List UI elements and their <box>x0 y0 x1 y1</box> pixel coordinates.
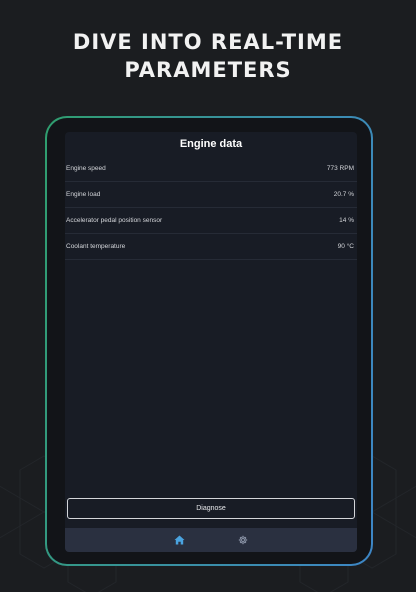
data-row-coolant-temperature[interactable]: Coolant temperature 90 °C <box>65 234 357 260</box>
tab-settings[interactable] <box>211 528 275 552</box>
row-label: Engine speed <box>66 165 106 172</box>
headline: DIVE INTO REAL-TIME PARAMETERS <box>0 28 416 84</box>
row-value: 14 % <box>339 217 354 224</box>
bottom-tab-bar <box>65 528 357 552</box>
home-icon <box>174 535 184 545</box>
data-row-engine-speed[interactable]: Engine speed 773 RPM <box>65 156 357 182</box>
tab-home[interactable] <box>147 528 211 552</box>
data-row-accelerator-pedal[interactable]: Accelerator pedal position sensor 14 % <box>65 208 357 234</box>
headline-line-1: DIVE INTO REAL-TIME <box>72 30 344 54</box>
app-screen: Engine data Engine speed 773 RPM Engine … <box>65 132 357 552</box>
diagnose-button[interactable]: Diagnose <box>67 498 355 519</box>
row-label: Coolant temperature <box>66 243 126 250</box>
tablet-bezel: Engine data Engine speed 773 RPM Engine … <box>47 118 371 564</box>
settings-gear-icon <box>238 535 248 545</box>
row-value: 773 RPM <box>326 165 354 172</box>
engine-data-list: Engine speed 773 RPM Engine load 20.7 % … <box>65 156 357 260</box>
tablet-frame: Engine data Engine speed 773 RPM Engine … <box>45 116 373 566</box>
row-value: 90 °C <box>337 243 354 250</box>
row-label: Engine load <box>66 191 101 198</box>
data-row-engine-load[interactable]: Engine load 20.7 % <box>65 182 357 208</box>
row-label: Accelerator pedal position sensor <box>66 217 163 224</box>
row-value: 20.7 % <box>333 191 354 198</box>
screen-title: Engine data <box>179 138 243 150</box>
headline-line-2: PARAMETERS <box>124 58 292 82</box>
